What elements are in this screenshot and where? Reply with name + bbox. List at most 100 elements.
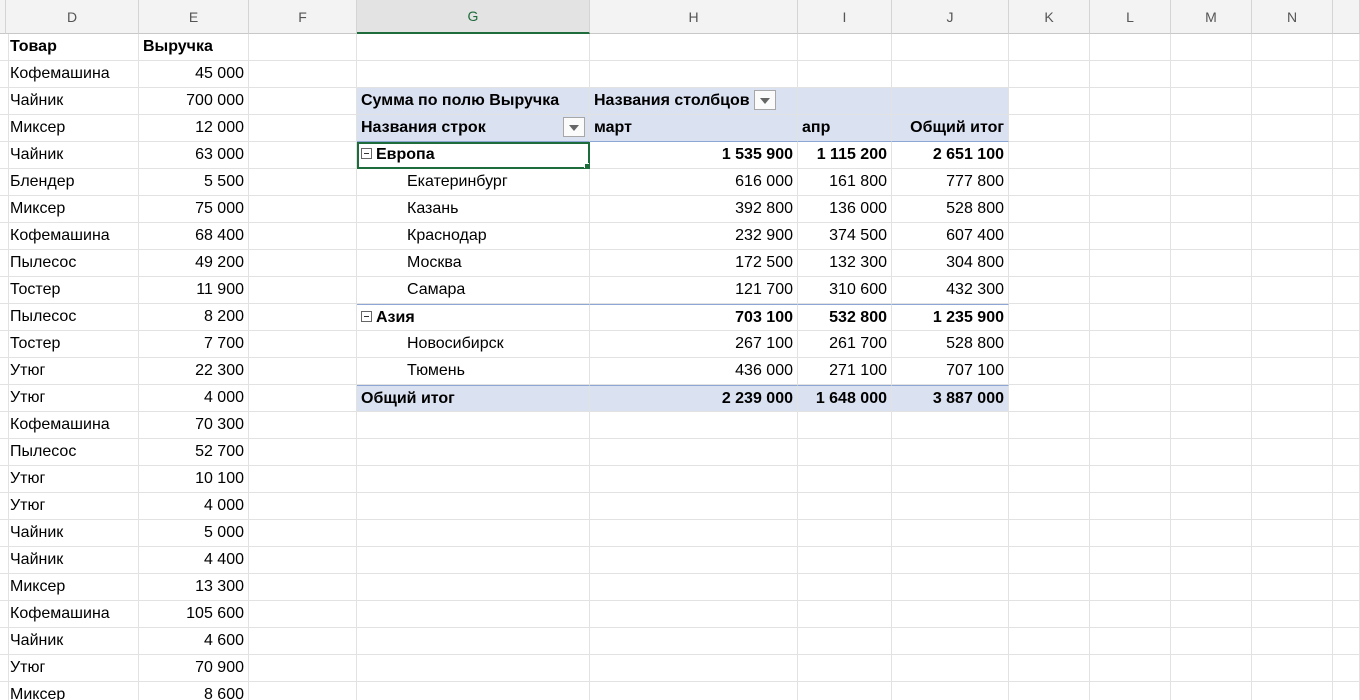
cell[interactable] — [1333, 61, 1360, 88]
cell[interactable] — [249, 385, 357, 412]
cell[interactable] — [1171, 574, 1252, 601]
cell[interactable] — [1333, 331, 1360, 358]
cell[interactable] — [1252, 682, 1333, 700]
cell[interactable] — [1252, 358, 1333, 385]
cell[interactable] — [249, 331, 357, 358]
cell[interactable] — [357, 493, 590, 520]
cell[interactable] — [1090, 493, 1171, 520]
source-revenue-cell[interactable]: 5 000 — [139, 520, 249, 547]
cell[interactable] — [357, 520, 590, 547]
cell[interactable] — [1171, 331, 1252, 358]
source-revenue-cell[interactable]: 12 000 — [139, 115, 249, 142]
cell[interactable] — [357, 601, 590, 628]
cell[interactable] — [249, 493, 357, 520]
source-revenue-cell[interactable]: 45 000 — [139, 61, 249, 88]
pivot-city-total[interactable]: 304 800 — [892, 250, 1009, 277]
source-product-cell[interactable]: Миксер — [6, 196, 139, 223]
cell[interactable] — [1090, 601, 1171, 628]
cell[interactable] — [590, 682, 798, 700]
pivot-col-march[interactable]: март — [590, 115, 798, 142]
cell[interactable] — [1090, 655, 1171, 682]
pivot-city-april[interactable]: 374 500 — [798, 223, 892, 250]
cell[interactable] — [1090, 358, 1171, 385]
source-revenue-cell[interactable]: 8 200 — [139, 304, 249, 331]
cell[interactable] — [1090, 331, 1171, 358]
pivot-col-april[interactable]: апр — [798, 115, 892, 142]
pivot-city-label[interactable]: Екатеринбург — [357, 169, 590, 196]
cell[interactable] — [1090, 169, 1171, 196]
cell[interactable] — [1009, 547, 1090, 574]
cell[interactable] — [1009, 250, 1090, 277]
cell[interactable] — [1090, 304, 1171, 331]
cell[interactable] — [1333, 628, 1360, 655]
cell[interactable] — [1171, 601, 1252, 628]
cell[interactable] — [1252, 547, 1333, 574]
cell[interactable] — [357, 682, 590, 700]
cell[interactable] — [249, 412, 357, 439]
cell[interactable] — [249, 169, 357, 196]
cell[interactable] — [1252, 304, 1333, 331]
pivot-city-march[interactable]: 232 900 — [590, 223, 798, 250]
pivot-city-total[interactable]: 432 300 — [892, 277, 1009, 304]
column-header[interactable]: I — [798, 0, 892, 34]
cell[interactable] — [1252, 331, 1333, 358]
pivot-city-total[interactable]: 607 400 — [892, 223, 1009, 250]
cell[interactable] — [357, 628, 590, 655]
cell[interactable] — [892, 628, 1009, 655]
source-revenue-cell[interactable]: 10 100 — [139, 466, 249, 493]
source-product-cell[interactable]: Кофемашина — [6, 601, 139, 628]
cell[interactable] — [1009, 601, 1090, 628]
source-product-cell[interactable]: Пылесос — [6, 250, 139, 277]
cell[interactable] — [590, 466, 798, 493]
cell[interactable] — [1333, 547, 1360, 574]
cell[interactable] — [1333, 250, 1360, 277]
cell[interactable] — [1333, 412, 1360, 439]
cell[interactable] — [892, 61, 1009, 88]
cell[interactable] — [1171, 196, 1252, 223]
cell[interactable] — [1090, 88, 1171, 115]
cell[interactable] — [249, 439, 357, 466]
collapse-icon[interactable] — [361, 311, 372, 323]
cell[interactable] — [892, 547, 1009, 574]
cell[interactable] — [1171, 412, 1252, 439]
cell[interactable] — [1333, 34, 1360, 61]
pivot-city-total[interactable]: 777 800 — [892, 169, 1009, 196]
pivot-city-march[interactable]: 121 700 — [590, 277, 798, 304]
cell[interactable] — [798, 412, 892, 439]
source-revenue-cell[interactable]: 4 000 — [139, 385, 249, 412]
cell[interactable] — [1090, 223, 1171, 250]
column-header[interactable]: F — [249, 0, 357, 34]
source-product-cell[interactable]: Чайник — [6, 628, 139, 655]
cell[interactable] — [249, 250, 357, 277]
cell[interactable] — [798, 61, 892, 88]
column-header[interactable]: J — [892, 0, 1009, 34]
spreadsheet-grid[interactable]: D E F G H I J K L M N Товар Выручка Кофемашина 45 000 Ч… — [0, 0, 1360, 700]
cell[interactable] — [798, 439, 892, 466]
cell[interactable] — [249, 466, 357, 493]
cell[interactable] — [249, 223, 357, 250]
source-product-cell[interactable]: Кофемашина — [6, 223, 139, 250]
cell[interactable] — [1090, 115, 1171, 142]
source-revenue-cell[interactable]: 7 700 — [139, 331, 249, 358]
cell[interactable] — [1333, 115, 1360, 142]
cell[interactable] — [1009, 142, 1090, 169]
cell[interactable] — [1171, 169, 1252, 196]
cell[interactable] — [590, 34, 798, 61]
cell[interactable] — [357, 574, 590, 601]
cell[interactable] — [892, 493, 1009, 520]
cell[interactable] — [1009, 412, 1090, 439]
cell[interactable] — [892, 88, 1009, 115]
cell[interactable] — [357, 466, 590, 493]
cell[interactable] — [1252, 250, 1333, 277]
cell[interactable] — [249, 601, 357, 628]
source-product-cell[interactable]: Чайник — [6, 142, 139, 169]
pivot-city-april[interactable]: 261 700 — [798, 331, 892, 358]
cell[interactable] — [249, 277, 357, 304]
cell[interactable] — [1252, 196, 1333, 223]
cell[interactable] — [590, 655, 798, 682]
source-product-cell[interactable]: Миксер — [6, 574, 139, 601]
source-product-cell[interactable]: Чайник — [6, 88, 139, 115]
cell[interactable] — [1333, 88, 1360, 115]
pivot-city-april[interactable]: 136 000 — [798, 196, 892, 223]
source-header-revenue[interactable]: Выручка — [139, 34, 249, 61]
